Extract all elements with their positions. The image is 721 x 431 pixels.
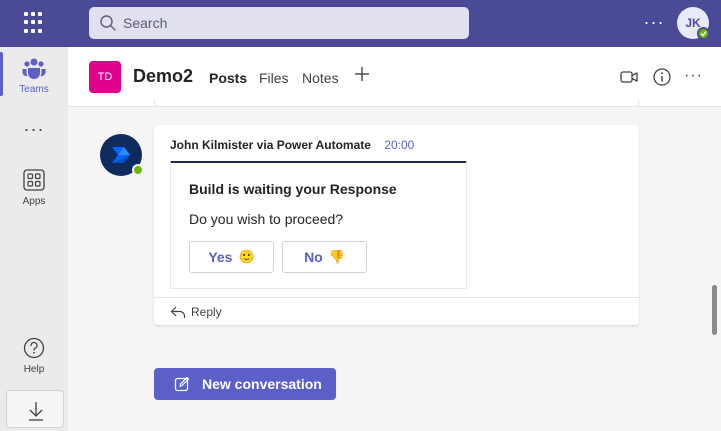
team-name: Demo2 <box>133 66 194 86</box>
rail-label-apps: Apps <box>22 196 46 207</box>
feed-scrollbar[interactable] <box>712 285 717 335</box>
previous-message-card <box>154 99 639 107</box>
reply-row[interactable]: Reply <box>154 297 639 325</box>
reply-button[interactable]: Reply <box>191 305 222 319</box>
channel-more-icon[interactable]: ··· <box>684 67 704 87</box>
rail-label-help: Help <box>23 364 45 375</box>
new-conversation-label: New conversation <box>202 376 322 392</box>
compose-icon <box>174 376 190 392</box>
add-tab-icon[interactable] <box>352 64 372 84</box>
no-button[interactable]: No 👎 <box>282 241 367 273</box>
help-icon <box>23 337 45 359</box>
tab-notes[interactable]: Notes <box>302 70 339 86</box>
teams-icon <box>22 58 46 79</box>
download-icon <box>29 402 43 421</box>
adaptive-card: Build is waiting your Response Do you wi… <box>170 161 467 289</box>
adaptive-card-body: Do you wish to proceed? <box>189 211 344 227</box>
message-header: John Kilmister via Power Automate 20:00 <box>170 138 414 152</box>
message-timestamp: 20:00 <box>384 138 415 152</box>
search-input[interactable]: Search <box>89 7 469 39</box>
new-conversation-button[interactable]: New conversation <box>154 368 336 400</box>
message-author[interactable]: John Kilmister via Power Automate <box>170 138 371 152</box>
yes-button-label: Yes <box>208 249 233 265</box>
search-placeholder: Search <box>123 15 168 31</box>
top-bar: Search ··· JK <box>0 0 721 47</box>
presence-available-icon <box>697 27 710 40</box>
channel-header: TD Demo2 Posts Files Notes ··· <box>68 47 721 107</box>
tab-files[interactable]: Files <box>259 70 289 86</box>
download-button[interactable] <box>6 390 64 428</box>
app-rail: Teams ··· Apps Help <box>0 47 68 431</box>
meet-video-icon[interactable] <box>619 67 639 87</box>
team-avatar[interactable]: TD <box>89 61 121 93</box>
bot-presence-icon <box>132 164 144 176</box>
message-card[interactable]: John Kilmister via Power Automate 20:00 … <box>154 125 639 325</box>
no-button-label: No <box>304 249 323 265</box>
rail-more-apps-icon[interactable]: ··· <box>0 119 68 140</box>
rail-item-teams[interactable]: Teams <box>0 57 68 95</box>
app-launcher-icon[interactable] <box>24 12 46 34</box>
reply-icon <box>170 306 186 318</box>
settings-more-icon[interactable]: ··· <box>642 12 666 32</box>
smile-emoji-icon: 🙂 <box>238 249 255 264</box>
rail-item-apps[interactable]: Apps <box>0 169 68 207</box>
conversation-feed: John Kilmister via Power Automate 20:00 … <box>68 99 721 431</box>
search-icon <box>100 15 116 31</box>
apps-icon <box>23 169 45 191</box>
adaptive-card-title: Build is waiting your Response <box>189 181 397 197</box>
thumbs-down-emoji-icon: 👎 <box>328 249 345 264</box>
rail-item-help[interactable]: Help <box>0 337 68 375</box>
channel-info-icon[interactable] <box>652 67 672 87</box>
rail-label-teams: Teams <box>19 84 49 95</box>
tab-posts[interactable]: Posts <box>209 70 247 86</box>
yes-button[interactable]: Yes 🙂 <box>189 241 274 273</box>
